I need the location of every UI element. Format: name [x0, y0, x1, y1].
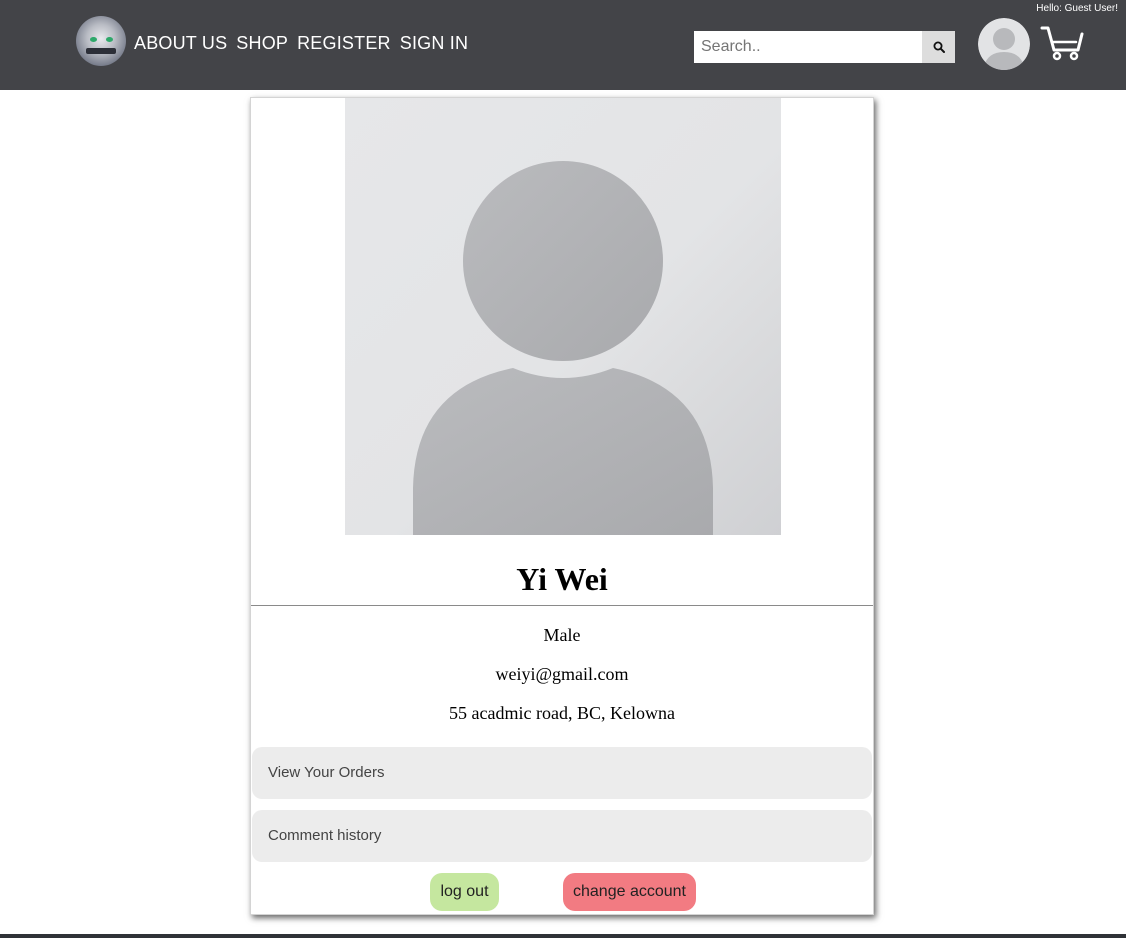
profile-gender: Male — [543, 625, 581, 645]
logo-eye-right — [106, 37, 113, 42]
window-bottom-edge — [0, 934, 1126, 938]
search-bar — [694, 31, 955, 63]
main-nav: ABOUT US SHOP REGISTER SIGN IN — [134, 32, 468, 54]
nav-register-link[interactable]: REGISTER — [297, 32, 391, 54]
comment-history-panel[interactable]: Comment history — [252, 810, 872, 862]
profile-email: weiyi@gmail.com — [495, 664, 629, 684]
cart-icon[interactable] — [1040, 22, 1084, 62]
logout-button[interactable]: log out — [430, 873, 499, 911]
logo-band — [86, 48, 116, 54]
user-greeting: Hello: Guest User! — [1036, 3, 1118, 14]
profile-name: Yi Wei — [516, 561, 608, 597]
search-icon — [933, 41, 945, 53]
search-button[interactable] — [922, 31, 955, 63]
profile-address: 55 acadmic road, BC, Kelowna — [449, 703, 675, 723]
top-navigation-bar: ABOUT US SHOP REGISTER SIGN IN Hello: Gu… — [0, 0, 1126, 90]
profile-divider — [251, 605, 873, 606]
user-avatar-icon[interactable] — [978, 18, 1030, 70]
change-account-button[interactable]: change account — [563, 873, 696, 911]
brand-logo[interactable] — [76, 16, 126, 66]
nav-sign-in-link[interactable]: SIGN IN — [400, 32, 468, 54]
profile-photo — [345, 98, 781, 535]
nav-shop-link[interactable]: SHOP — [236, 32, 288, 54]
profile-card: Yi Wei Male weiyi@gmail.com 55 acadmic r… — [250, 97, 874, 915]
search-input[interactable] — [694, 31, 922, 63]
nav-about-us-link[interactable]: ABOUT US — [134, 32, 227, 54]
logo-eye-left — [90, 37, 97, 42]
default-avatar-silhouette — [345, 98, 781, 535]
view-orders-panel[interactable]: View Your Orders — [252, 747, 872, 799]
